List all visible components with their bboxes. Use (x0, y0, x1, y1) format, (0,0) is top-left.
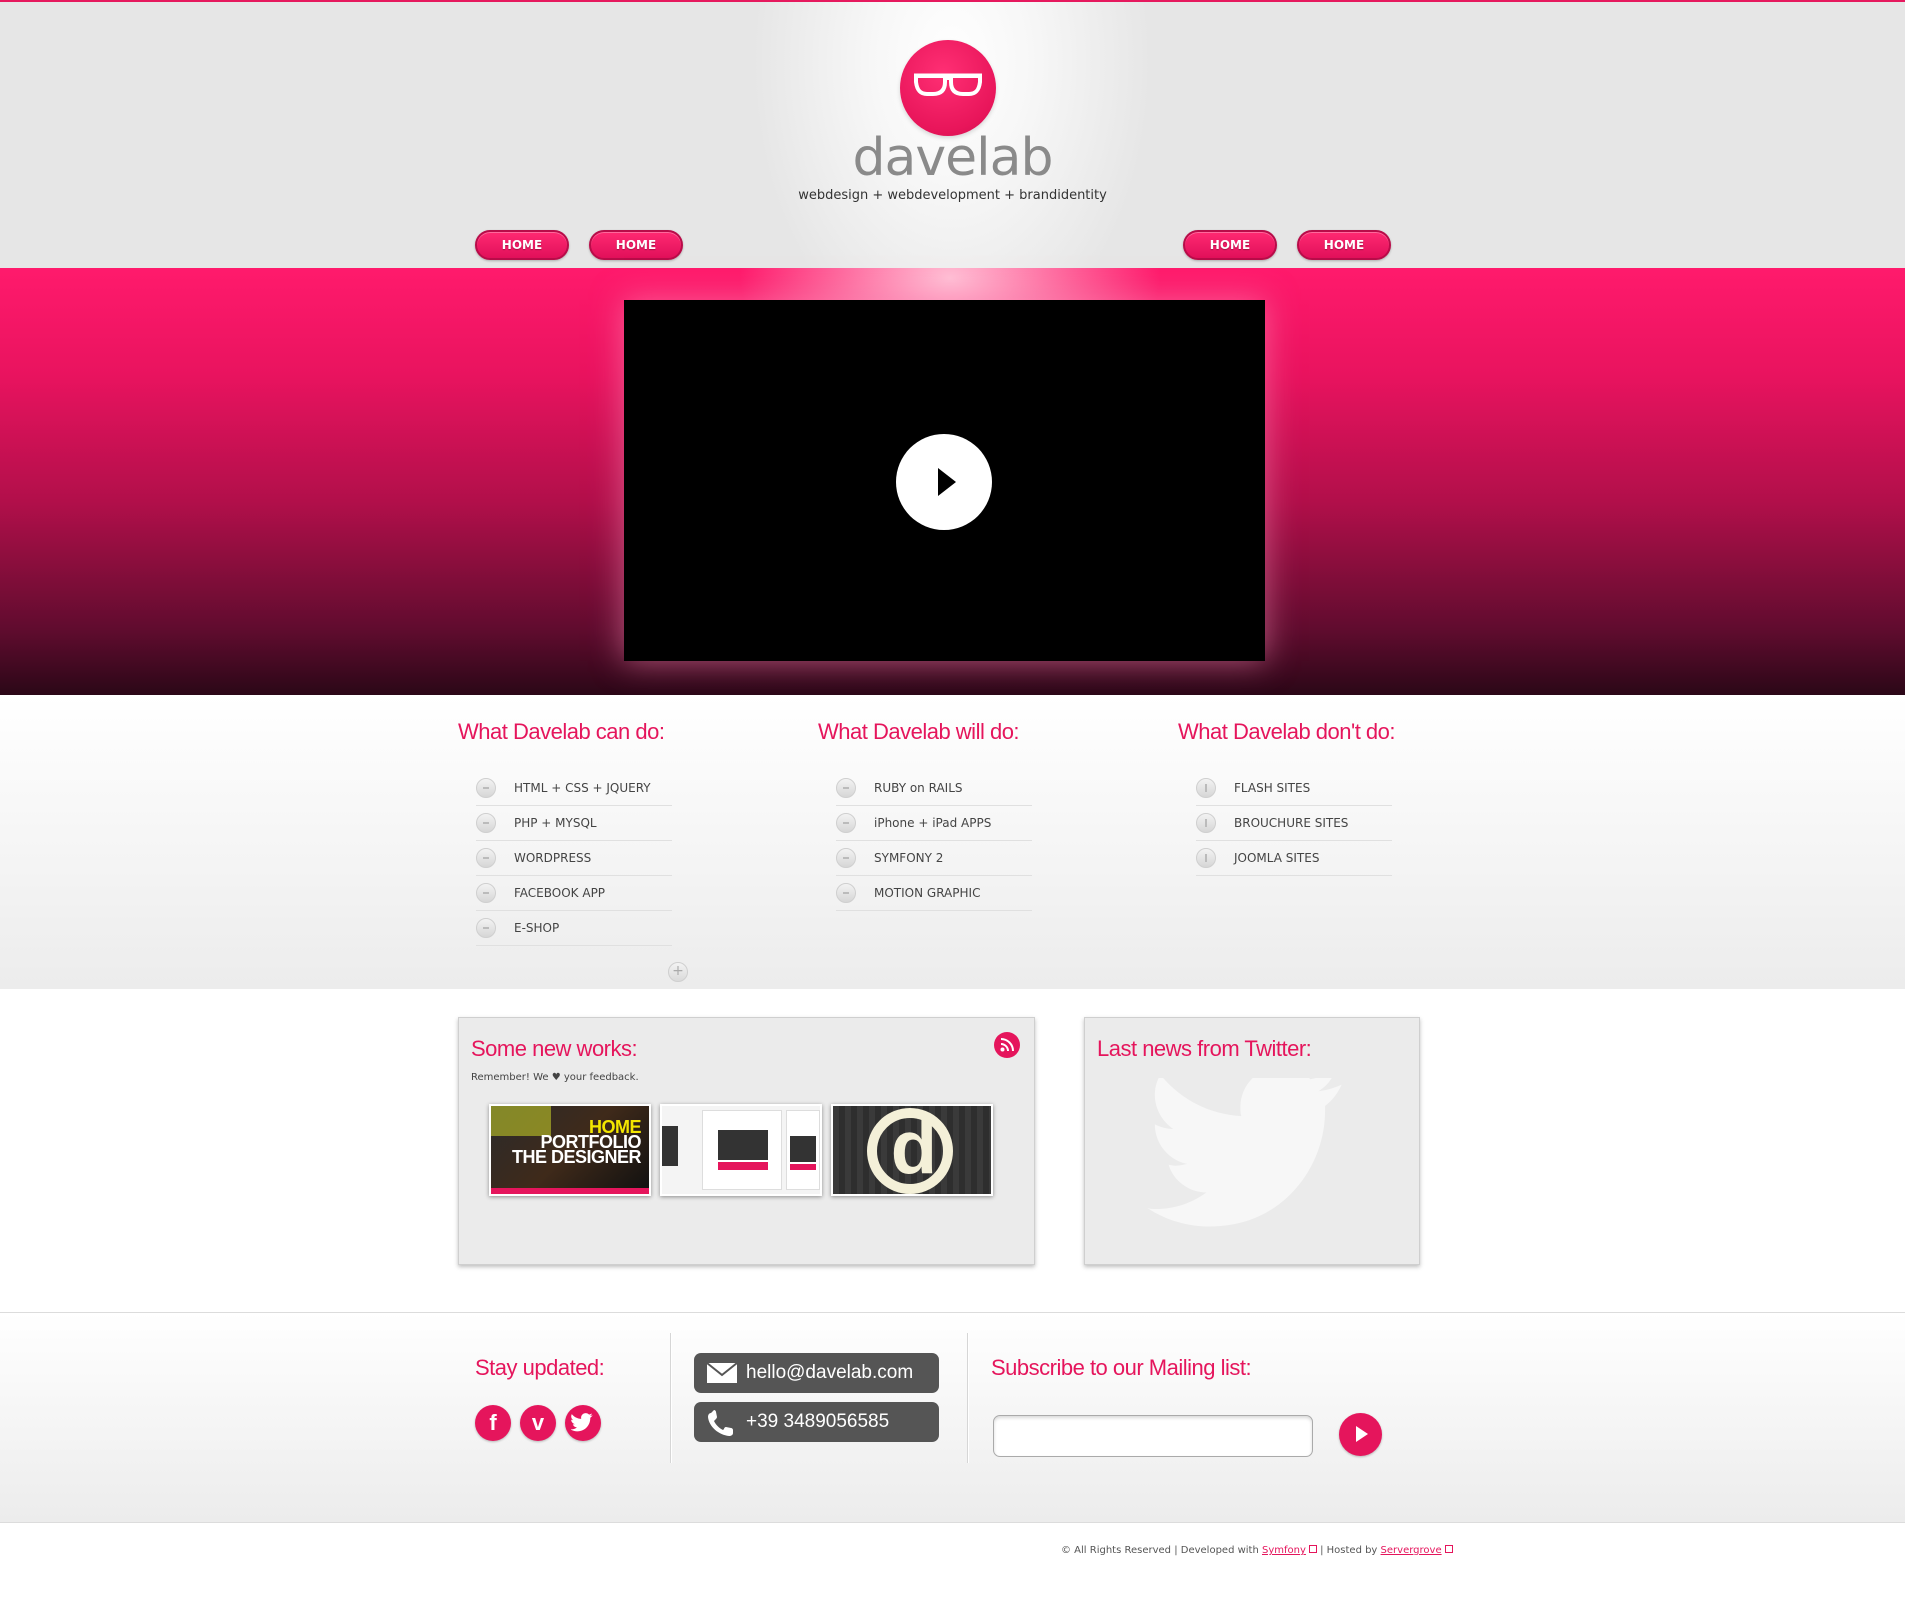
site-header: davelab webdesign + webdevelopment + bra… (0, 0, 1905, 268)
twitter-title: Last news from Twitter: (1097, 1036, 1312, 1061)
phone-text: +39 3489056585 (746, 1411, 890, 1432)
play-icon[interactable] (896, 434, 992, 530)
expand-plus-icon[interactable]: + (668, 962, 688, 982)
bullet-icon (1196, 848, 1216, 868)
servergrove-link[interactable]: Servergrove (1381, 1545, 1442, 1556)
list-item: JOOMLA SITES (1196, 841, 1392, 876)
list-item: MOTION GRAPHIC (836, 876, 1032, 911)
footer (0, 1312, 1905, 1523)
thumb-page (790, 1164, 816, 1170)
work-thumbnail-1[interactable]: HOME PORTFOLIO THE DESIGNER (489, 1104, 651, 1196)
services-will-title: What Davelab will do: (818, 719, 1020, 744)
envelope-icon (706, 1362, 738, 1383)
email-text: hello@davelab.com (746, 1362, 914, 1383)
vimeo-icon[interactable]: v (520, 1405, 556, 1441)
bullet-icon (836, 813, 856, 833)
footer-divider (670, 1333, 671, 1463)
services-can-list: HTML + CSS + JQUERY PHP + MYSQL WORDPRES… (476, 771, 672, 946)
list-item: iPhone + iPad APPS (836, 806, 1032, 841)
tagline: webdesign + webdevelopment + brandidenti… (798, 188, 1107, 203)
works-title: Some new works: (471, 1036, 638, 1061)
bullet-icon (476, 848, 496, 868)
work-thumbnail-2[interactable] (660, 1104, 822, 1196)
work-thumbnail-3[interactable]: d (831, 1104, 993, 1196)
services-dont-column: What Davelab don't do: FLASH SITES BROUC… (1178, 719, 1418, 876)
thumb-page (718, 1162, 768, 1170)
phone-icon (708, 1410, 733, 1436)
arrow-right-icon (1356, 1426, 1368, 1442)
email-contact[interactable]: hello@davelab.com (694, 1353, 939, 1393)
thumb-letter: d (890, 1105, 938, 1190)
mailing-submit-button[interactable] (1339, 1413, 1382, 1456)
phone-contact[interactable]: +39 3489056585 (694, 1402, 939, 1442)
mailing-email-input[interactable] (993, 1415, 1313, 1457)
nav-home-button-3[interactable]: HOME (1183, 230, 1277, 260)
services-will-list: RUBY on RAILS iPhone + iPad APPS SYMFONY… (836, 771, 1032, 911)
twitter-bird-icon (1147, 1078, 1342, 1227)
logo-wordmark[interactable]: davelab (0, 128, 1905, 188)
new-works-panel: Some new works: Remember! We ♥ your feed… (458, 1017, 1035, 1265)
works-subtitle: Remember! We ♥ your feedback. (471, 1072, 639, 1083)
list-item: SYMFONY 2 (836, 841, 1032, 876)
hosted-text: | Hosted by (1320, 1545, 1378, 1556)
bullet-icon (1196, 813, 1216, 833)
list-item: HTML + CSS + JQUERY (476, 771, 672, 806)
list-item: WORDPRESS (476, 841, 672, 876)
list-item: FLASH SITES (1196, 771, 1392, 806)
symfony-link[interactable]: Symfony (1262, 1545, 1306, 1556)
logo-glasses-icon[interactable] (900, 40, 996, 136)
bullet-icon (836, 778, 856, 798)
copyright-line: © All Rights Reserved | Developed with S… (1061, 1545, 1453, 1556)
nav-home-button-4[interactable]: HOME (1297, 230, 1391, 260)
list-item: RUBY on RAILS (836, 771, 1032, 806)
thumb-page (662, 1126, 678, 1166)
bullet-icon (476, 778, 496, 798)
thumb-decor (491, 1188, 649, 1194)
nav-home-button-1[interactable]: HOME (475, 230, 569, 260)
thumb-page (790, 1136, 816, 1162)
list-item: E-SHOP (476, 911, 672, 946)
rss-icon[interactable] (994, 1032, 1020, 1058)
bullet-icon (476, 918, 496, 938)
list-item: BROUCHURE SITES (1196, 806, 1392, 841)
copyright-text: © All Rights Reserved | Developed with (1061, 1545, 1259, 1556)
mailing-list-title: Subscribe to our Mailing list: (991, 1355, 1252, 1380)
external-link-icon (1308, 1545, 1317, 1553)
twitter-panel: Last news from Twitter: (1084, 1017, 1420, 1265)
list-item: PHP + MYSQL (476, 806, 672, 841)
services-dont-title: What Davelab don't do: (1178, 719, 1396, 744)
nav-home-button-2[interactable]: HOME (589, 230, 683, 260)
thumb-headline: HOME PORTFOLIO THE DESIGNER (511, 1117, 642, 1167)
footer-divider (967, 1333, 968, 1463)
bullet-icon (476, 813, 496, 833)
services-dont-list: FLASH SITES BROUCHURE SITES JOOMLA SITES (1196, 771, 1392, 876)
bullet-icon (836, 848, 856, 868)
thumb-page (718, 1130, 768, 1160)
facebook-icon[interactable]: f (475, 1405, 511, 1441)
external-link-icon (1444, 1545, 1453, 1553)
stay-updated-title: Stay updated: (475, 1355, 605, 1380)
services-can-title: What Davelab can do: (458, 719, 665, 744)
bullet-icon (836, 883, 856, 903)
bullet-icon (476, 883, 496, 903)
services-will-column: What Davelab will do: RUBY on RAILS iPho… (818, 719, 1058, 911)
services-section: What Davelab can do: HTML + CSS + JQUERY… (0, 695, 1905, 989)
twitter-icon[interactable] (565, 1405, 601, 1441)
bullet-icon (1196, 778, 1216, 798)
services-can-column: What Davelab can do: HTML + CSS + JQUERY… (458, 719, 698, 946)
list-item: FACEBOOK APP (476, 876, 672, 911)
